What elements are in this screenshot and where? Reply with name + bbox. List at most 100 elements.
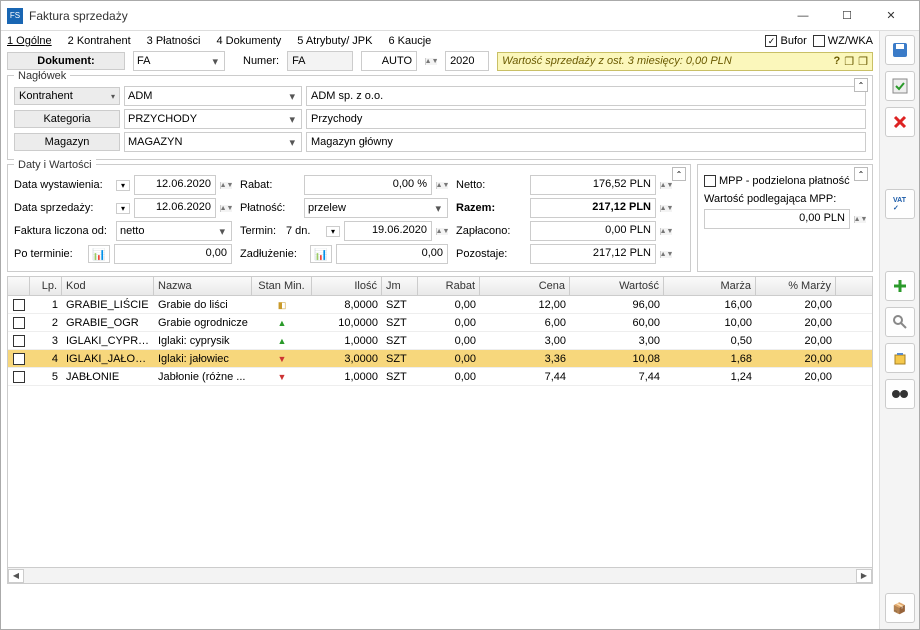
col-stan[interactable]: Stan Min. [252,277,312,295]
kontrahent-button[interactable]: Kontrahent▾ [14,87,120,105]
grid-hscroll[interactable]: ◀ ▶ [7,568,873,584]
close-button[interactable]: ✕ [869,2,913,30]
help-icon[interactable]: ? [834,55,841,68]
col-ilosc[interactable]: Ilość [312,277,382,295]
termin-dni: 7 dn. [286,225,322,237]
row-checkbox[interactable] [13,317,25,329]
row-checkbox[interactable] [13,335,25,347]
scroll-left-icon[interactable]: ◀ [8,569,24,583]
grid-body[interactable]: 1GRABIE_LIŚCIEGrabie do liści◧8,0000SZT0… [7,296,873,568]
tab-atrybuty[interactable]: 5 Atrybuty/ JPK [297,35,372,47]
col-kod[interactable]: Kod [62,277,154,295]
add-row-button[interactable] [885,271,915,301]
termin-label: Termin: [240,225,282,237]
col-wart[interactable]: Wartość [570,277,664,295]
row-checkbox[interactable] [13,299,25,311]
kategoria-code-combo[interactable]: PRZYCHODY▾ [124,109,302,129]
package-button[interactable]: 📦 [885,593,915,623]
data-sprz-field[interactable]: 12.06.2020 [134,198,216,218]
tab-kontrahent[interactable]: 2 Kontrahent [68,35,131,47]
minimize-button[interactable]: — [781,2,825,30]
zaplacono-label: Zapłacono: [456,225,526,237]
rabat-spin[interactable]: ▲▼ [436,182,448,189]
tab-kaucje[interactable]: 6 Kaucje [388,35,431,47]
zadluzenie-icon[interactable]: 📊 [310,245,332,263]
razem-label: Razem: [456,202,526,214]
col-rabat[interactable]: Rabat [418,277,480,295]
lookup-button[interactable] [885,379,915,409]
termin-date-field[interactable]: 19.06.2020 [344,221,432,241]
numer-auto[interactable]: AUTO [361,51,417,71]
scroll-right-icon[interactable]: ▶ [856,569,872,583]
po-terminie-icon[interactable]: 📊 [88,245,110,263]
termin-spin[interactable]: ▲▼ [436,228,448,235]
kontrahent-name[interactable]: ADM sp. z o.o. [306,86,866,106]
dokument-type-combo[interactable]: FA▾ [133,51,225,71]
daty-fieldset: Daty i Wartości ⌃ Data wystawienia: ▾ 12… [7,164,691,272]
data-wyst-spin[interactable]: ▲▼ [220,182,232,189]
naglowek-collapse[interactable]: ⌃ [854,78,868,92]
col-jm[interactable]: Jm [382,277,418,295]
zaplacono-field: 0,00 PLN [530,221,656,241]
title-bar: FS Faktura sprzedaży — ☐ ✕ [1,1,919,31]
col-pmarza[interactable]: % Marży [756,277,836,295]
naglowek-title: Nagłówek [14,70,70,82]
row-checkbox[interactable] [13,371,25,383]
ystrip-icon-2[interactable]: ❐ [858,55,868,68]
daty-collapse[interactable]: ⌃ [672,167,686,181]
tab-platnosci[interactable]: 3 Płatności [147,35,201,47]
table-row[interactable]: 4IGLAKI_JAŁOWI...Iglaki: jałowiec▼3,0000… [8,350,872,368]
mpp-spin[interactable]: ▲▼ [854,216,866,223]
magazyn-button[interactable]: Magazyn [14,133,120,151]
table-row[interactable]: 3IGLAKI_CYPRYSIglaki: cyprysik▲1,0000SZT… [8,332,872,350]
maximize-button[interactable]: ☐ [825,2,869,30]
cancel-button[interactable] [885,107,915,137]
table-row[interactable]: 2GRABIE_OGRGrabie ogrodnicze▲10,0000SZT0… [8,314,872,332]
delete-row-button[interactable] [885,343,915,373]
data-sprz-label: Data sprzedaży: [14,202,112,214]
data-sprz-spin[interactable]: ▲▼ [220,205,232,212]
ystrip-icon-1[interactable]: ❐ [844,55,854,68]
zadluzenie-label: Zadłużenie: [240,248,306,260]
save-button[interactable] [885,35,915,65]
kategoria-button[interactable]: Kategoria [14,110,120,128]
kategoria-name[interactable]: Przychody [306,109,866,129]
app-icon: FS [7,8,23,24]
netto-spin[interactable]: ▲▼ [660,182,672,189]
zadluzenie-field: 0,00 [336,244,448,264]
col-lp[interactable]: Lp. [30,277,62,295]
pozostaje-spin[interactable]: ▲▼ [660,251,672,258]
wzwka-checkbox[interactable]: WZ/WKA [813,35,873,47]
table-row[interactable]: 5JABŁONIEJabłonie (różne ...▼1,0000SZT0,… [8,368,872,386]
tab-dokumenty[interactable]: 4 Dokumenty [216,35,281,47]
numer-year[interactable]: 2020 [445,51,489,71]
bufor-checkbox[interactable]: ✓Bufor [765,35,806,47]
data-wyst-dd[interactable]: ▾ [116,180,130,191]
data-sprz-dd[interactable]: ▾ [116,203,130,214]
mpp-collapse[interactable]: ⌃ [854,167,868,181]
magazyn-code-combo[interactable]: MAGAZYN▾ [124,132,302,152]
tab-ogolne[interactable]: 1 Ogólne [7,35,52,47]
table-row[interactable]: 1GRABIE_LIŚCIEGrabie do liści◧8,0000SZT0… [8,296,872,314]
row-checkbox[interactable] [13,353,25,365]
sales-value-strip: Wartość sprzedaży z ost. 3 miesięcy: 0,0… [497,52,873,71]
confirm-button[interactable] [885,71,915,101]
right-toolbar: VAT✓ 📦 [879,31,919,629]
razem-spin[interactable]: ▲▼ [660,205,672,212]
kontrahent-code-combo[interactable]: ADM▾ [124,86,302,106]
data-wyst-field[interactable]: 12.06.2020 [134,175,216,195]
magazyn-name[interactable]: Magazyn główny [306,132,866,152]
numer-spinner[interactable]: ▲▼ [425,58,437,65]
zaplacono-spin[interactable]: ▲▼ [660,228,672,235]
vat-button[interactable]: VAT✓ [885,189,915,219]
search-button[interactable] [885,307,915,337]
rabat-field[interactable]: 0,00 % [304,175,432,195]
daty-title: Daty i Wartości [14,159,96,171]
col-nazwa[interactable]: Nazwa [154,277,252,295]
platnosc-combo[interactable]: przelew▾ [304,198,448,218]
mpp-checkbox[interactable]: MPP - podzielona płatność [704,175,866,187]
col-marza[interactable]: Marża [664,277,756,295]
col-cena[interactable]: Cena [480,277,570,295]
faktura-liczona-combo[interactable]: netto▾ [116,221,232,241]
termin-dd[interactable]: ▾ [326,226,340,237]
